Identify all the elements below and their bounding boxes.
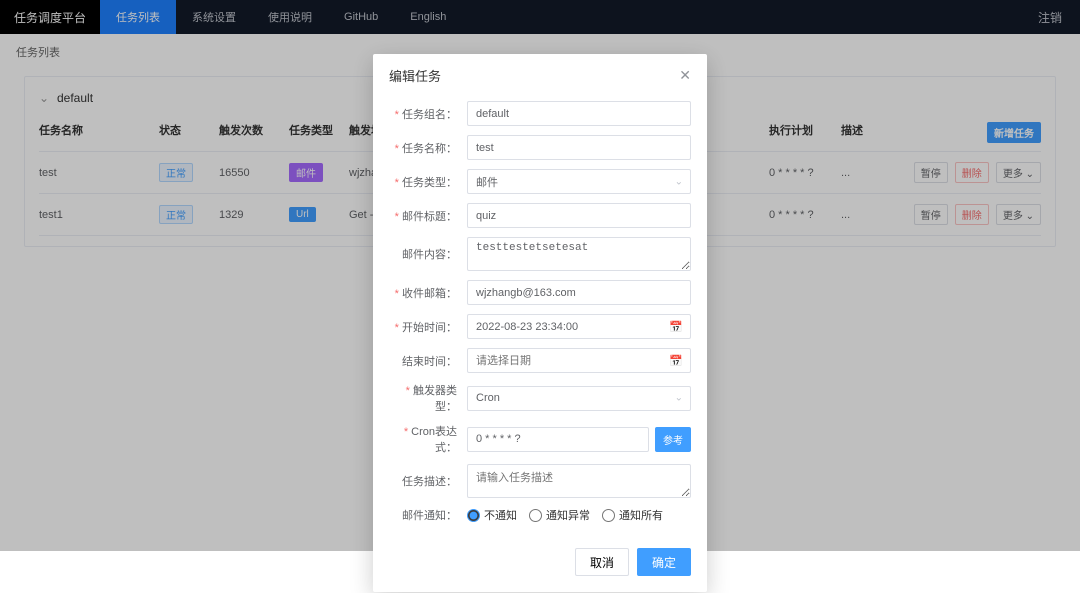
modal-overlay: 编辑任务 ✕ 任务组名： 任务名称： 任务类型： ⌄ 邮件标题： 邮件内容： 收件… [0, 0, 1080, 551]
trigger-select[interactable] [467, 386, 691, 411]
label-start: 开始时间： [389, 319, 467, 335]
chevron-down-icon: ⌄ [675, 176, 683, 187]
label-trigger: 触发器类型： [389, 382, 467, 414]
label-desc: 任务描述： [389, 473, 467, 489]
chevron-down-icon: ⌄ [675, 393, 683, 404]
cron-input[interactable] [467, 427, 649, 452]
notify-none-radio[interactable]: 不通知 [467, 507, 517, 523]
end-time-input[interactable] [467, 348, 691, 373]
desc-textarea[interactable] [467, 464, 691, 498]
label-end: 结束时间： [389, 353, 467, 369]
calendar-icon: 📅 [669, 320, 683, 333]
label-type: 任务类型： [389, 174, 467, 190]
label-mail-title: 邮件标题： [389, 208, 467, 224]
name-input[interactable] [467, 135, 691, 160]
label-name: 任务名称： [389, 140, 467, 156]
label-cron: Cron表达式： [389, 423, 467, 455]
label-recipient: 收件邮箱： [389, 285, 467, 301]
label-mail-content: 邮件内容： [389, 246, 467, 262]
recipient-input[interactable] [467, 280, 691, 305]
notify-all-radio[interactable]: 通知所有 [602, 507, 663, 523]
footer: ©2018-2021 Implement By 农码一生 [0, 577, 1080, 593]
label-notify: 邮件通知： [389, 507, 467, 523]
type-select[interactable] [467, 169, 691, 194]
mail-title-input[interactable] [467, 203, 691, 228]
group-input[interactable] [467, 101, 691, 126]
edit-task-dialog: 编辑任务 ✕ 任务组名： 任务名称： 任务类型： ⌄ 邮件标题： 邮件内容： 收件… [373, 54, 707, 592]
reference-button[interactable]: 参考 [655, 427, 691, 452]
dialog-title: 编辑任务 [389, 66, 441, 85]
footer-link[interactable]: 农码一生 [585, 580, 629, 592]
start-time-input[interactable] [467, 314, 691, 339]
calendar-icon: 📅 [669, 354, 683, 367]
mail-content-textarea[interactable] [467, 237, 691, 271]
close-icon[interactable]: ✕ [679, 67, 691, 84]
label-group: 任务组名： [389, 106, 467, 122]
notify-error-radio[interactable]: 通知异常 [529, 507, 590, 523]
